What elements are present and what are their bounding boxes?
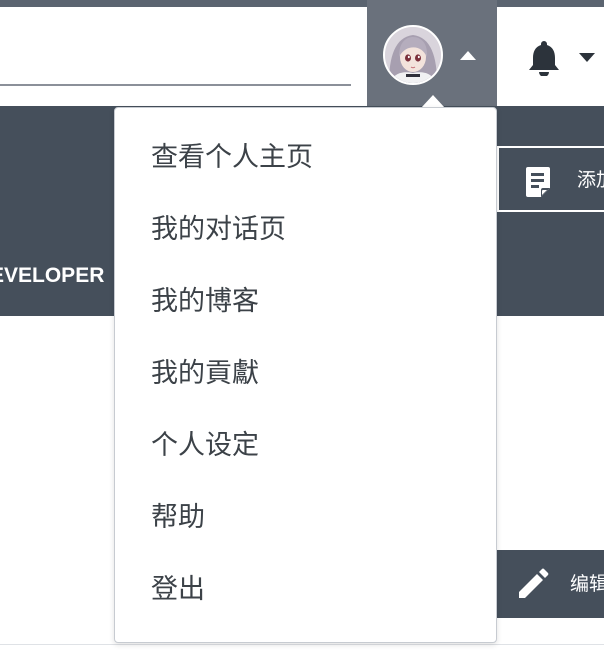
user-menu-trigger[interactable] — [367, 0, 497, 106]
content-divider — [0, 644, 604, 645]
header-top-strip — [0, 0, 604, 7]
caret-up-icon — [460, 51, 476, 60]
notifications-button[interactable] — [518, 28, 604, 84]
user-dropdown-menu: 查看个人主页 我的对话页 我的博客 我的貢獻 个人设定 帮助 登出 — [114, 107, 497, 643]
edit-button[interactable]: 编辑 — [497, 550, 604, 618]
menu-item-help[interactable]: 帮助 — [115, 482, 496, 554]
add-page-label: 添加 — [577, 169, 604, 191]
user-menu-list: 查看个人主页 我的对话页 我的博客 我的貢獻 个人设定 帮助 登出 — [115, 108, 496, 626]
pencil-icon — [517, 568, 549, 604]
banner-title: EVELOPER — [0, 264, 105, 287]
add-page-button[interactable]: 添加 — [497, 146, 604, 212]
menu-item-preferences[interactable]: 个人设定 — [115, 410, 496, 482]
menu-item-my-contributions[interactable]: 我的貢獻 — [115, 338, 496, 410]
menu-item-view-profile[interactable]: 查看个人主页 — [115, 122, 496, 194]
edit-label: 编辑 — [570, 573, 604, 595]
add-page-icon — [525, 166, 551, 202]
menu-item-my-blog[interactable]: 我的博客 — [115, 266, 496, 338]
menu-item-my-talk[interactable]: 我的对话页 — [115, 194, 496, 266]
bell-icon — [528, 40, 560, 80]
chevron-down-icon — [579, 53, 595, 62]
search-input[interactable] — [0, 84, 351, 86]
avatar — [383, 25, 443, 85]
menu-item-logout[interactable]: 登出 — [115, 554, 496, 626]
